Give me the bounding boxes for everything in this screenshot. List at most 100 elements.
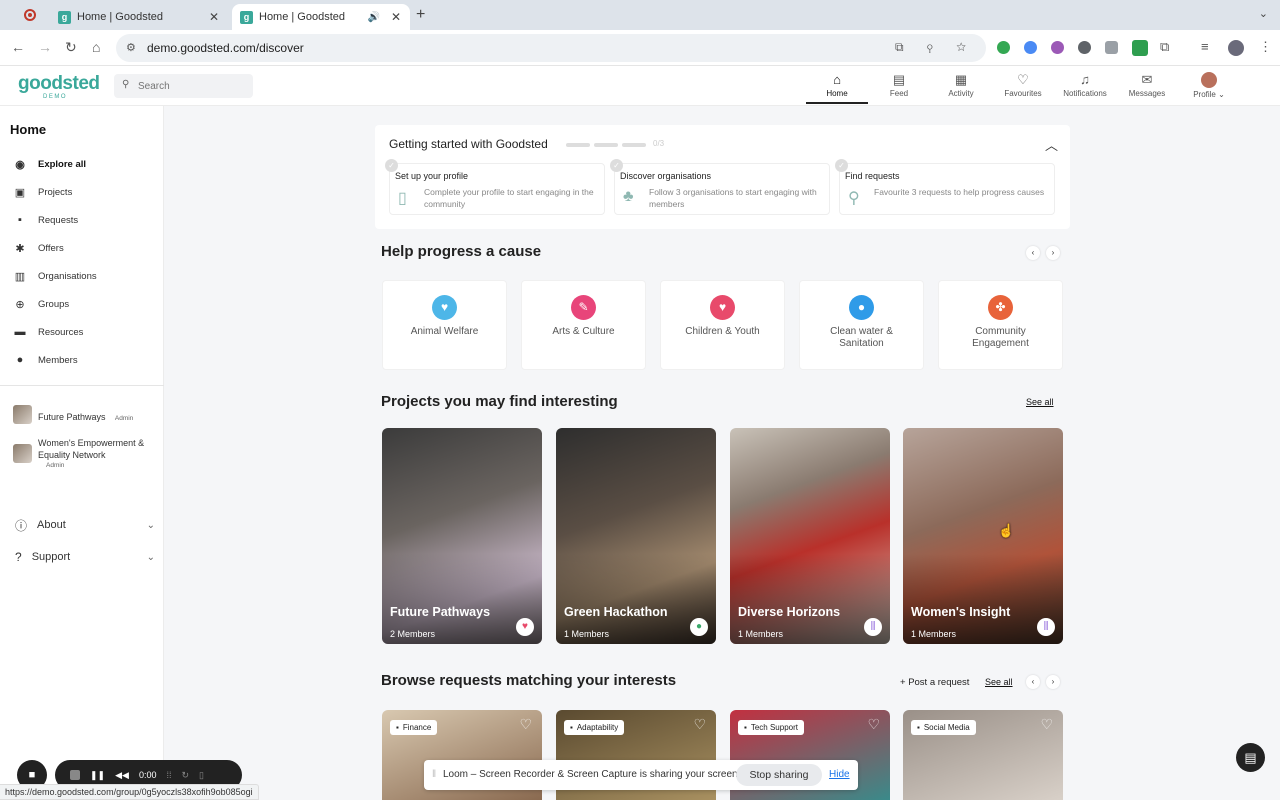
drag-grip-icon[interactable]: ‖: [432, 769, 436, 780]
top-navigation: ⌂ Home ▤ Feed ▦ Activity ♡ Favourites ♫ …: [806, 66, 1240, 106]
site-settings-icon[interactable]: ⚙: [126, 41, 136, 54]
sidebar-item-groups[interactable]: ⊕ Groups: [0, 290, 164, 318]
sidebar-item-label: Organisations: [38, 270, 97, 282]
carousel-prev-button[interactable]: ‹: [1026, 675, 1040, 689]
nav-profile[interactable]: Profile ⌄: [1178, 66, 1240, 106]
rewind-icon[interactable]: ◀◀: [115, 770, 129, 781]
nav-notifications[interactable]: ♫ Notifications: [1054, 66, 1116, 106]
getting-started-title: Getting started with Goodsted: [389, 137, 548, 151]
carousel-prev-button[interactable]: ‹: [1026, 246, 1040, 260]
cause-card-arts-culture[interactable]: ✎ Arts & Culture: [521, 280, 646, 370]
extension-icon[interactable]: [1078, 41, 1091, 54]
bell-icon: ♫: [1080, 72, 1090, 87]
carousel-next-button[interactable]: ›: [1046, 246, 1060, 260]
step-title: Discover organisations: [620, 171, 712, 181]
request-card-social-media[interactable]: ▪ Social Media ♡: [903, 710, 1063, 800]
forward-button[interactable]: →: [38, 39, 52, 55]
tag-icon: ▪: [570, 723, 573, 732]
drag-handle-icon[interactable]: ⁞⁞: [166, 770, 171, 780]
media-control-icon[interactable]: ≡: [1201, 39, 1209, 54]
nav-messages[interactable]: ✉ Messages: [1116, 66, 1178, 106]
browser-tab[interactable]: g Home | Goodsted ✕: [50, 4, 228, 30]
support-accordion[interactable]: ? Support ⌄: [15, 547, 155, 567]
favourite-heart-icon[interactable]: ♡: [693, 716, 706, 733]
camera-extension-icon[interactable]: [1105, 41, 1118, 54]
sidebar-item-explore-all[interactable]: ◉ Explore all: [0, 150, 164, 178]
favourite-heart-icon[interactable]: ♡: [519, 716, 532, 733]
sidebar-group-future-pathways[interactable]: Future Pathways Admin: [13, 405, 133, 424]
project-card-green-hackathon[interactable]: Green Hackathon 1 Members ●: [556, 428, 716, 644]
post-request-button[interactable]: + Post a request: [900, 677, 969, 688]
extension-icon[interactable]: [1132, 40, 1148, 56]
sidebar-item-resources[interactable]: ▬ Resources: [0, 318, 164, 346]
project-card-womens-insight[interactable]: Women's Insight 1 Members ⫼: [903, 428, 1063, 644]
avatar: [1201, 72, 1217, 88]
cause-label: Children & Youth: [685, 326, 760, 337]
nav-label: Favourites: [1004, 89, 1042, 98]
profile-card-icon: ▯: [398, 190, 407, 207]
nav-favourites[interactable]: ♡ Favourites: [992, 66, 1054, 106]
group-role: Admin: [114, 415, 134, 422]
projects-see-all-link[interactable]: See all: [1026, 397, 1054, 407]
delete-icon[interactable]: ▯: [199, 770, 204, 781]
step-find-requests[interactable]: ✓ Find requests ⚲ Favourite 3 requests t…: [835, 159, 1055, 215]
reload-button[interactable]: ↻: [65, 39, 77, 56]
extension-icon[interactable]: [997, 41, 1010, 54]
stop-sharing-button[interactable]: Stop sharing: [736, 764, 822, 786]
carousel-next-button[interactable]: ›: [1046, 675, 1060, 689]
step-set-up-profile[interactable]: ✓ Set up your profile ▯ Complete your pr…: [385, 159, 605, 215]
recording-time: 0:00: [138, 770, 157, 780]
sidebar-group-womens-empowerment[interactable]: Women's Empowerment & Equality Network A…: [13, 437, 156, 469]
tab-search-button[interactable]: ⌄: [1259, 7, 1268, 20]
sidebar-item-label: Explore all: [38, 158, 87, 170]
requests-see-all-link[interactable]: See all: [985, 677, 1013, 687]
step-discover-organisations[interactable]: ✓ Discover organisations ♣ Follow 3 orga…: [610, 159, 830, 215]
search-input[interactable]: [138, 74, 248, 98]
home-button[interactable]: ⌂: [92, 39, 100, 55]
hide-link[interactable]: Hide: [829, 769, 850, 780]
chat-support-button[interactable]: ▤: [1236, 743, 1265, 772]
nav-home[interactable]: ⌂ Home: [806, 66, 868, 106]
nav-activity[interactable]: ▦ Activity: [930, 66, 992, 106]
new-tab-button[interactable]: +: [416, 6, 425, 24]
groups-icon: ⊕: [15, 298, 25, 311]
causes-section-title: Help progress a cause: [381, 243, 542, 260]
extension-icon[interactable]: [1024, 41, 1037, 54]
project-card-diverse-horizons[interactable]: Diverse Horizons 1 Members ⫼: [730, 428, 890, 644]
goodsted-logo[interactable]: goodsted: [18, 73, 100, 95]
cause-card-children-youth[interactable]: ♥ Children & Youth: [660, 280, 785, 370]
pause-icon[interactable]: ❚❚: [90, 770, 105, 781]
sidebar-item-offers[interactable]: ✱ Offers: [0, 234, 164, 262]
collapse-chevron-icon[interactable]: ︿: [1045, 135, 1058, 154]
nav-feed[interactable]: ▤ Feed: [868, 66, 930, 106]
browser-tab-active[interactable]: g Home | Goodsted 🔊 ✕: [232, 4, 410, 30]
close-tab-icon[interactable]: ✕: [388, 10, 404, 24]
search-box[interactable]: ⚲: [114, 74, 253, 98]
omnibox-actions[interactable]: ⧉ ⚲ ☆: [895, 40, 976, 55]
tag-icon: ▪: [917, 723, 920, 732]
sidebar-item-projects[interactable]: ▣ Projects: [0, 178, 164, 206]
cause-card-animal-welfare[interactable]: ♥ Animal Welfare: [382, 280, 507, 370]
mouse-cursor-icon: ☝: [998, 523, 1015, 538]
close-tab-icon[interactable]: ✕: [206, 10, 222, 24]
back-button[interactable]: ←: [11, 39, 25, 55]
extensions-puzzle-icon[interactable]: ⧉: [1160, 39, 1169, 55]
stop-recording-icon[interactable]: [70, 770, 80, 780]
favourite-heart-icon[interactable]: ♡: [867, 716, 880, 733]
sidebar-item-requests[interactable]: ▪ Requests: [0, 206, 164, 234]
cause-card-community-engagement[interactable]: ✤ Community Engagement: [938, 280, 1063, 370]
extension-icon[interactable]: [1051, 41, 1064, 54]
browser-profile-avatar[interactable]: [1228, 40, 1244, 56]
cause-card-clean-water[interactable]: ● Clean water & Sanitation: [799, 280, 924, 370]
restart-icon[interactable]: ↻: [181, 770, 189, 781]
browser-menu-icon[interactable]: ⋮: [1259, 39, 1272, 55]
tag-icon: ▪: [744, 723, 747, 732]
about-accordion[interactable]: ⓘ About ⌄: [15, 515, 155, 535]
favourite-heart-icon[interactable]: ♡: [1040, 716, 1053, 733]
sidebar-item-organisations[interactable]: ▥ Organisations: [0, 262, 164, 290]
speaker-icon[interactable]: 🔊: [368, 12, 380, 23]
sidebar-item-label: Offers: [38, 242, 64, 254]
address-bar[interactable]: ⚙ demo.goodsted.com/discover ⧉ ⚲ ☆: [116, 34, 986, 62]
project-card-future-pathways[interactable]: Future Pathways 2 Members ♥: [382, 428, 542, 644]
sidebar-item-members[interactable]: ● Members: [0, 346, 164, 374]
